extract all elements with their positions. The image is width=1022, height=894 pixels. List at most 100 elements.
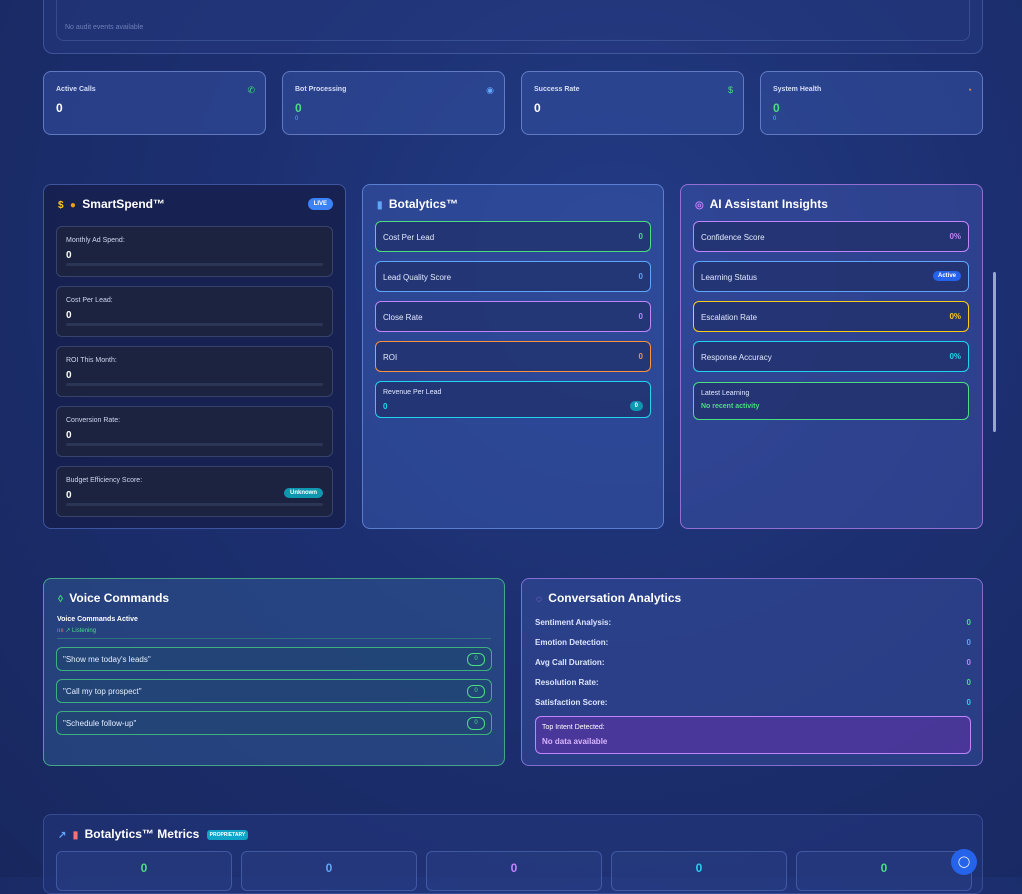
metric-label: Cost Per Lead bbox=[383, 233, 435, 242]
metric-label: Cost Per Lead: bbox=[66, 297, 113, 304]
voice-command-item[interactable]: "Show me today's leads" 0 bbox=[56, 647, 492, 671]
smartspend-title-text: SmartSpend™ bbox=[82, 197, 165, 211]
smartspend-metric-card: Cost Per Lead: 0 bbox=[56, 286, 333, 337]
stat-subvalue: 0 bbox=[773, 116, 777, 122]
voice-commands-title-text: Voice Commands bbox=[69, 591, 170, 605]
smartspend-panel: $ ● SmartSpend™ LIVE Monthly Ad Spend: 0 C… bbox=[43, 184, 346, 529]
metric-label: Revenue Per Lead bbox=[383, 389, 442, 396]
command-count: 0 bbox=[467, 717, 485, 730]
stat-label: Active Calls bbox=[56, 86, 96, 93]
stat-value: 0 bbox=[56, 101, 63, 115]
metrics-title-text: Botalytics™ Metrics bbox=[84, 827, 200, 841]
analytics-label: Avg Call Duration: bbox=[535, 658, 605, 667]
ai-insights-panel: ◎ AI Assistant Insights Confidence Score… bbox=[680, 184, 983, 529]
latest-learning-card: Latest Learning No recent activity bbox=[693, 382, 969, 420]
analytics-label: Sentiment Analysis: bbox=[535, 618, 612, 627]
top-intent-label: Top Intent Detected: bbox=[542, 724, 605, 731]
voice-command-item[interactable]: "Call my top prospect" 0 bbox=[56, 679, 492, 703]
botalytics-title: ▮ Botalytics™ bbox=[377, 197, 458, 211]
audit-box: No audit events available bbox=[56, 0, 970, 41]
brain-icon: ◎ bbox=[695, 200, 704, 211]
insight-row: Response Accuracy 0% bbox=[693, 341, 969, 372]
metric-value: 0 bbox=[66, 430, 72, 441]
insight-row: Learning Status Active bbox=[693, 261, 969, 292]
waveform-icon: ıııı bbox=[57, 628, 64, 634]
voice-commands-title: ◊ Voice Commands bbox=[58, 591, 169, 605]
bot-icon: ◉ bbox=[486, 85, 494, 95]
dollar-icon: $ bbox=[727, 85, 733, 95]
stat-label: Success Rate bbox=[534, 86, 580, 93]
stat-card: Success Rate 0 $ bbox=[521, 71, 744, 135]
command-label: "Show me today's leads" bbox=[63, 655, 151, 664]
progress-bar bbox=[66, 263, 323, 266]
analytics-row: Avg Call Duration: 0 bbox=[535, 658, 971, 667]
stat-card: Active Calls 0 ✆ bbox=[43, 71, 266, 135]
metric-value: 0 bbox=[66, 490, 72, 501]
top-intent-value: No data available bbox=[542, 737, 608, 746]
insight-label: Response Accuracy bbox=[701, 353, 772, 362]
pen-icon: ↗ bbox=[65, 628, 71, 634]
botalytics-metric-row: Revenue Per Lead 0 0 bbox=[375, 381, 651, 418]
scrollbar[interactable] bbox=[993, 272, 996, 432]
progress-bar bbox=[66, 383, 323, 386]
stat-label: Bot Processing bbox=[295, 86, 347, 93]
bar-chart-icon: ▮ bbox=[377, 200, 383, 211]
trend-icon: ↗ bbox=[58, 830, 67, 841]
audit-panel: No audit events available bbox=[43, 0, 983, 54]
metric-value: 0 bbox=[66, 310, 72, 321]
metric-label: Conversion Rate: bbox=[66, 417, 121, 424]
command-count: 0 bbox=[467, 653, 485, 666]
metric-value: 0 bbox=[638, 352, 643, 361]
stat-value: 0 bbox=[534, 101, 541, 115]
divider bbox=[57, 638, 491, 639]
insight-label: Confidence Score bbox=[701, 233, 765, 242]
metrics-title: ↗ ▮ Botalytics™ Metrics PROPRIETARY bbox=[58, 827, 249, 841]
insight-row: Confidence Score 0% bbox=[693, 221, 969, 252]
smartspend-metric-card: Budget Efficiency Score: 0 Unknown bbox=[56, 466, 333, 517]
metric-value: 0 bbox=[638, 272, 643, 281]
progress-bar bbox=[66, 503, 323, 506]
metric-value: 0 bbox=[638, 312, 643, 321]
smartspend-metric-card: Conversion Rate: 0 bbox=[56, 406, 333, 457]
phone-icon: ✆ bbox=[247, 85, 255, 95]
metric-value: 0 bbox=[638, 232, 643, 241]
audit-empty-text: No audit events available bbox=[65, 24, 144, 31]
stat-value: 0 bbox=[773, 101, 780, 115]
status-badge: Active bbox=[932, 271, 961, 281]
command-label: "Call my top prospect" bbox=[63, 687, 142, 696]
insight-label: Learning Status bbox=[701, 273, 758, 282]
chat-fab-button[interactable]: ◯ bbox=[951, 849, 977, 875]
metric-card: 0 bbox=[426, 851, 602, 891]
top-intent-card: Top Intent Detected: No data available bbox=[535, 716, 971, 754]
smartspend-metric-card: Monthly Ad Spend: 0 bbox=[56, 226, 333, 277]
stat-value: 0 bbox=[295, 101, 302, 115]
analytics-row: Satisfaction Score: 0 bbox=[535, 698, 971, 707]
analytics-value: 0 bbox=[966, 618, 971, 627]
ai-insights-title-text: AI Assistant Insights bbox=[709, 197, 828, 211]
botalytics-panel: ▮ Botalytics™ Cost Per Lead 0 Lead Quality… bbox=[362, 184, 664, 529]
metric-value: 0 bbox=[66, 370, 72, 381]
mic-icon: ◊ bbox=[58, 594, 63, 605]
botalytics-title-text: Botalytics™ bbox=[388, 197, 459, 211]
metric-value: 0 bbox=[383, 402, 388, 411]
analytics-label: Satisfaction Score: bbox=[535, 698, 608, 707]
conversation-analytics-panel: ◌ Conversation Analytics Sentiment Analy… bbox=[521, 578, 983, 766]
chat-bubble-icon: ◯ bbox=[957, 856, 971, 868]
progress-bar bbox=[66, 323, 323, 326]
insight-value: 0% bbox=[949, 312, 961, 321]
stat-subvalue: 0 bbox=[295, 116, 299, 122]
metric-card: 0 bbox=[241, 851, 417, 891]
metric-label: Budget Efficiency Score: bbox=[66, 477, 143, 484]
listening-label: Listening bbox=[72, 628, 97, 634]
ai-insights-title: ◎ AI Assistant Insights bbox=[695, 197, 828, 211]
stat-card: System Health 0 0 ◔ bbox=[760, 71, 983, 135]
voice-command-item[interactable]: "Schedule follow-up" 0 bbox=[56, 711, 492, 735]
listening-status: ıııı ↗ Listening bbox=[57, 627, 96, 634]
analytics-row: Resolution Rate: 0 bbox=[535, 678, 971, 687]
live-badge: LIVE bbox=[307, 198, 333, 210]
stat-label: System Health bbox=[773, 86, 822, 93]
analytics-value: 0 bbox=[966, 658, 971, 667]
metric-label: Close Rate bbox=[383, 313, 423, 322]
insight-label: Escalation Rate bbox=[701, 313, 758, 322]
count-badge: 0 bbox=[629, 401, 643, 411]
